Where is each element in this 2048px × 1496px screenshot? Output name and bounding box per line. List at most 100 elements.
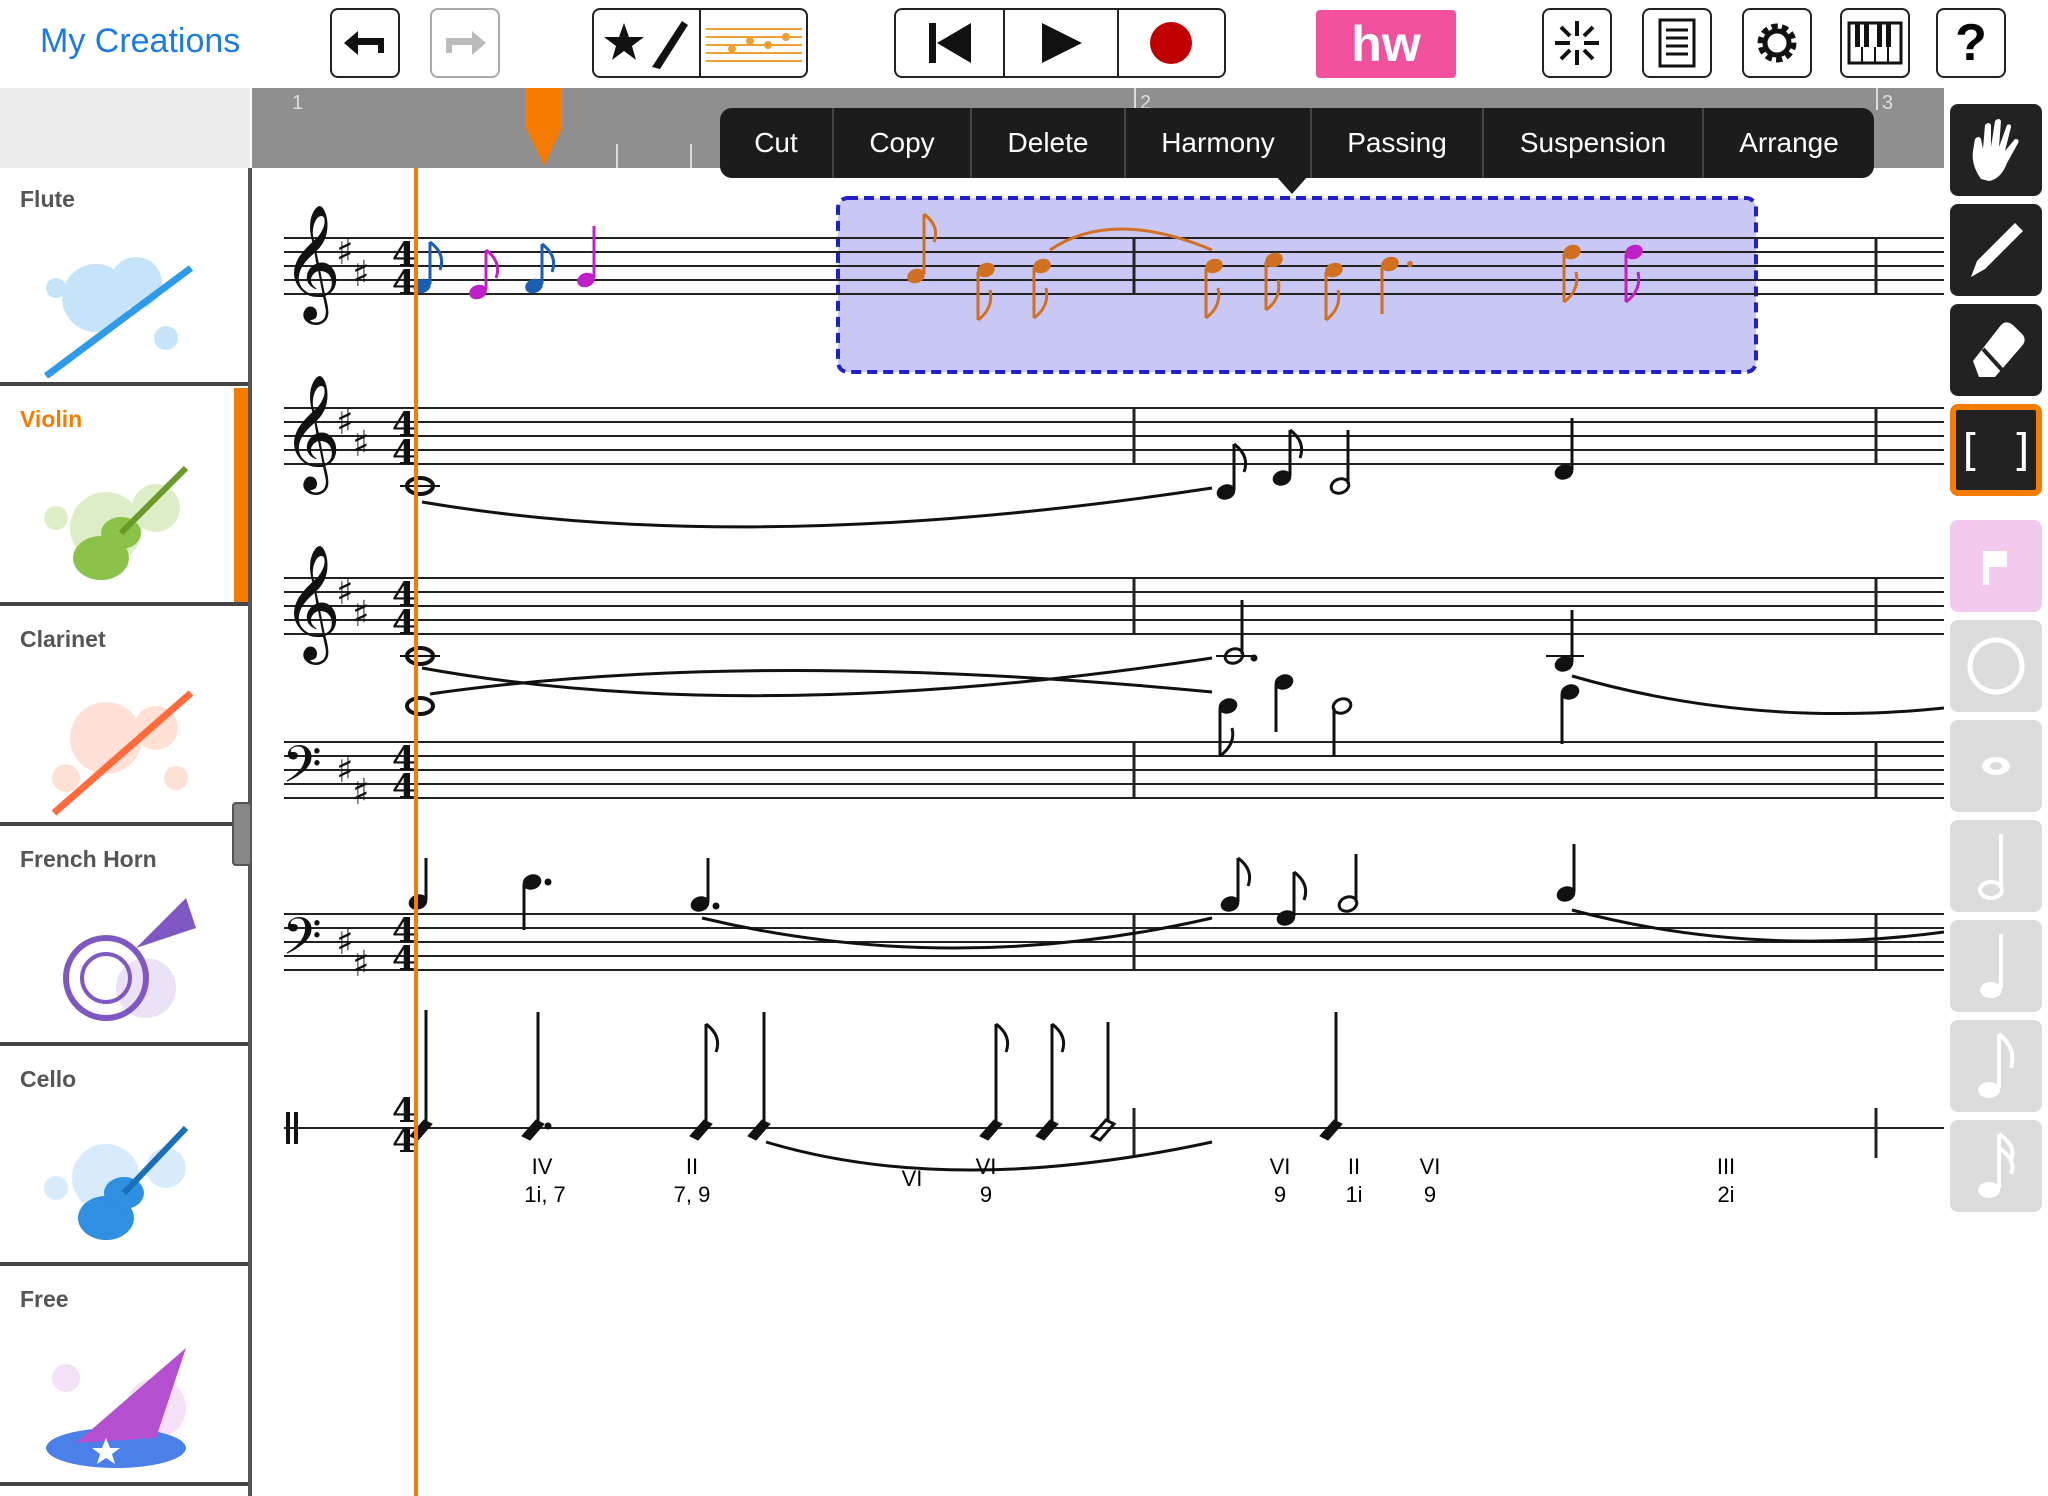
harmony-wizard-button[interactable]: hw [1316,10,1456,78]
document-icon [1658,18,1696,68]
style-and-score-toggle[interactable] [592,8,808,78]
pen-tool[interactable] [1950,204,2042,296]
top-toolbar: My Creations hw ? [0,0,2048,88]
play-icon [1041,23,1082,63]
harmony-menu-item[interactable]: Harmony [1126,108,1312,178]
free-staff-notes [409,1010,1343,1172]
sixteenth-note-tool[interactable] [1950,1120,2042,1212]
eighth-note-icon [1978,1032,2015,1098]
measure-number: 3 [1882,92,1894,114]
eraser-icon [1973,322,2025,377]
magic-button[interactable] [1542,8,1612,78]
record-icon [1150,22,1193,64]
instrument-label: Clarinet [20,626,106,652]
keyboard-button[interactable] [1840,8,1910,78]
sharp: ♯ [352,944,369,985]
rest-tool[interactable] [1950,520,2042,612]
instrument-free[interactable]: Free [0,1268,248,1486]
svg-text:4: 4 [392,1121,416,1161]
bracket-select-tool[interactable]: [ ] [1950,404,2042,496]
hand-icon [1972,119,2019,181]
french-horn-icon [63,898,196,1021]
instrument-sidebar: Flute Violin Clarinet French Horn Cello … [0,168,252,1496]
small-whole-note-tool[interactable] [1950,720,2042,812]
quarter-note-tool[interactable] [1950,920,2042,1012]
sixteenth-note-icon [1978,1132,2015,1198]
context-menu-pointer [1276,176,1308,194]
star-brush-icon[interactable] [594,10,701,76]
active-indicator [234,388,248,602]
delete-menu-item[interactable]: Delete [972,108,1126,178]
playhead-handle[interactable] [522,88,566,168]
copy-menu-item[interactable]: Copy [834,108,972,178]
treble-clef: 𝄞 [282,373,341,495]
instrument-label: French Horn [20,846,157,872]
svg-text:4: 4 [392,433,416,473]
score-area[interactable]: 𝄞 𝄞 𝄞 𝄢 𝄢 ♯♯ ♯♯ ♯♯ ♯♯ ♯♯ 44 44 44 44 44 … [252,168,1944,1496]
gear-icon [1757,23,1797,63]
suspension-menu-item[interactable]: Suspension [1484,108,1704,178]
undo-button[interactable] [330,8,400,78]
skip-back-icon [928,23,971,63]
half-note-tool[interactable] [1950,820,2042,912]
wizard-hat-icon [46,1348,186,1468]
eraser-tool[interactable] [1950,304,2042,396]
treble-clef: 𝄞 [282,543,341,665]
rest-icon [1983,551,2007,585]
eighth-note-tool[interactable] [1950,1020,2042,1112]
sparkle-icon [1555,21,1599,65]
question-icon: ? [1955,14,1987,72]
help-button[interactable]: ? [1936,8,2006,78]
staff-clarinet-notes [400,600,1944,716]
hand-tool[interactable] [1950,104,2042,196]
passing-menu-item[interactable]: Passing [1312,108,1484,178]
sheet-music-icon[interactable] [701,10,806,76]
quarter-note-icon [1980,934,2003,998]
document-button[interactable] [1642,8,1712,78]
selection-context-menu: Cut Copy Delete Harmony Passing Suspensi… [720,108,1874,178]
sharp: ♯ [336,232,353,273]
clarinet-icon [51,690,194,816]
instrument-violin[interactable]: Violin [0,388,248,606]
undo-icon [344,31,384,55]
piano-icon [1847,21,1903,65]
measure-tick [1876,88,1878,110]
instrument-clarinet[interactable]: Clarinet [0,608,248,826]
half-note-icon [1978,834,2004,900]
instrument-cello[interactable]: Cello [0,1048,248,1266]
instrument-label: Free [20,1286,69,1312]
selection-box [836,196,1758,374]
svg-text:4: 4 [392,603,416,643]
transport-controls [894,8,1226,78]
cut-menu-item[interactable]: Cut [720,108,834,178]
measure-number: 1 [292,92,304,114]
sharp: ♯ [336,750,353,791]
play-button[interactable] [1005,10,1119,76]
pen-icon [1971,223,2023,277]
redo-icon [446,31,486,55]
sharp: ♯ [352,254,369,295]
svg-text:4: 4 [392,939,416,979]
arrange-menu-item[interactable]: Arrange [1704,108,1874,178]
instrument-flute[interactable]: Flute [0,168,248,386]
instrument-french-horn[interactable]: French Horn [0,828,248,1046]
svg-text:4: 4 [392,767,416,807]
sidebar-resize-handle[interactable] [232,802,252,866]
sharp: ♯ [352,424,369,465]
barlines [1132,238,1878,1158]
redo-button[interactable] [430,8,500,78]
staff-violin-notes [400,418,1574,529]
sidebar-header [0,88,250,168]
flute-icon [43,257,194,378]
bracket-select-icon: [ ] [1956,424,2036,476]
my-creations-link[interactable]: My Creations [40,22,240,61]
treble-clef: 𝄞 [282,203,341,325]
record-button[interactable] [1119,10,1224,76]
beat-tick [616,144,618,168]
bass-clef: 𝄢 [282,734,322,807]
whole-note-tool[interactable] [1950,620,2042,712]
settings-button[interactable] [1742,8,1812,78]
instrument-label: Flute [20,186,75,212]
sharp: ♯ [336,402,353,443]
rewind-button[interactable] [896,10,1006,76]
